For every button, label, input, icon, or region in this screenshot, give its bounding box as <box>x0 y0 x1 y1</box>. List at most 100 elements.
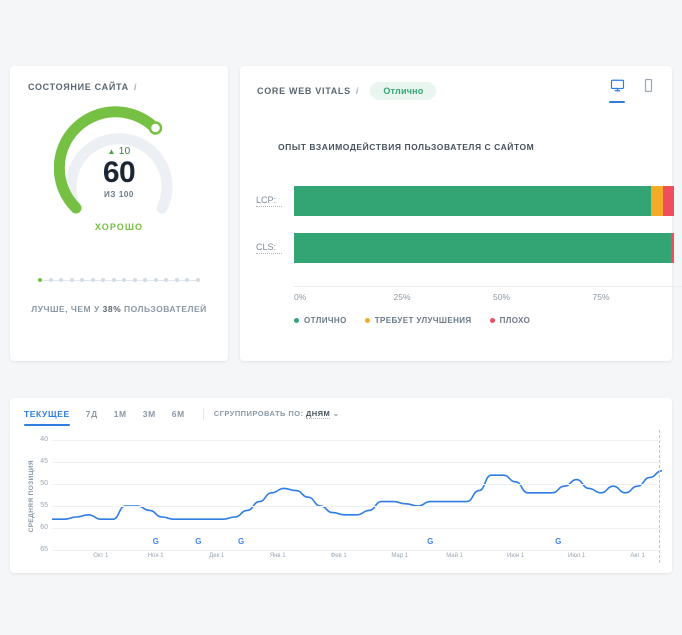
positions-chart-card: ТЕКУЩЕЕ 7Д 1М 3М 6М СГРУППИРОВАТЬ ПО: ДНЯМ ⌄ … <box>10 398 672 573</box>
site-health-title: СОСТОЯНИЕ САЙТА <box>28 82 129 92</box>
x-axis-tick: Июн 1 <box>507 553 525 559</box>
x-axis-tick: Июл 1 <box>568 553 586 559</box>
info-icon[interactable]: i <box>356 86 359 96</box>
cwv-title: CORE WEB VITALS <box>257 86 351 96</box>
chart-tab-3м[interactable]: 3М <box>143 409 156 426</box>
grid-line <box>52 528 662 529</box>
metric-bar-lcp[interactable] <box>294 186 674 216</box>
grid-line <box>52 462 662 463</box>
percentile-value: 38% <box>102 304 122 314</box>
group-by-prefix: СГРУППИРОВАТЬ ПО: <box>213 409 306 418</box>
x-axis-tick: Янв 1 <box>269 553 286 559</box>
desktop-icon <box>610 78 625 98</box>
grid-line <box>52 506 662 507</box>
desktop-view-button[interactable] <box>609 78 625 103</box>
mobile-view-button[interactable] <box>641 78 656 98</box>
legend-item: ТРЕБУЕТ УЛУЧШЕНИЯ <box>364 316 472 325</box>
chart-tab-текущее[interactable]: ТЕКУЩЕЕ <box>24 409 70 426</box>
percentile-dash <box>147 279 154 281</box>
dashboard-page: СОСТОЯНИЕ САЙТА i ▲ 10 60 ИЗ 100 ХОРОШО … <box>0 0 682 635</box>
info-icon[interactable]: i <box>134 82 137 92</box>
axis-tick: 0% <box>294 292 307 302</box>
percentile-dash <box>42 279 49 281</box>
delta-up-icon: ▲ <box>107 147 116 156</box>
x-axis-tick: Окт 1 <box>93 553 109 559</box>
legend-item: ПЛОХО <box>489 316 531 325</box>
site-health-card: СОСТОЯНИЕ САЙТА i ▲ 10 60 ИЗ 100 ХОРОШО … <box>10 66 228 361</box>
percentile-text: ЛУЧШЕ, ЧЕМ У 38% ПОЛЬЗОВАТЕЛЕЙ <box>10 304 228 314</box>
percentile-prefix: ЛУЧШЕ, ЧЕМ У <box>31 304 103 314</box>
axis-tick: 50% <box>493 292 511 302</box>
chart-period-tabs: ТЕКУЩЕЕ 7Д 1М 3М 6М СГРУППИРОВАТЬ ПО: ДНЯМ ⌄ <box>24 407 340 426</box>
percentile-dash <box>84 279 91 281</box>
google-update-icon[interactable]: G <box>238 538 244 546</box>
gauge-out-of: ИЗ 100 <box>104 190 134 199</box>
metric-label-lcp[interactable]: LCP: <box>256 195 282 207</box>
segment-needs-improvement <box>651 186 663 216</box>
google-update-icon[interactable]: G <box>427 538 433 546</box>
cwv-axis-ticks: 0%25%50%75%100% <box>278 292 682 304</box>
google-update-icon[interactable]: G <box>195 538 201 546</box>
gauge-readout: ▲ 10 60 ИЗ 100 <box>10 146 228 199</box>
group-by-dropdown[interactable]: СГРУППИРОВАТЬ ПО: ДНЯМ ⌄ <box>214 409 340 425</box>
grid-line <box>52 550 662 551</box>
metric-bar-cls[interactable] <box>294 233 674 263</box>
chart-area: СРЕДНЯЯ ПОЗИЦИЯ Окт 1 Ноя 1 Дек 1 Янв 1 Фев … <box>10 430 672 565</box>
tab-separator <box>202 407 204 420</box>
health-gauge: ▲ 10 60 ИЗ 100 <box>10 104 228 234</box>
y-axis-tick: 65 <box>40 546 48 553</box>
y-axis-tick: 40 <box>40 436 48 443</box>
percentile-dash <box>126 279 133 281</box>
google-update-icon[interactable]: G <box>153 538 159 546</box>
percentile-dash <box>105 279 112 281</box>
device-toggle <box>609 78 656 103</box>
x-axis-tick: Дек 1 <box>209 553 225 559</box>
core-web-vitals-card: CORE WEB VITALS i Отлично ОПЫТ ВЗАИМОДЕЙ… <box>240 66 682 361</box>
gauge-status-label: ХОРОШО <box>94 222 144 232</box>
legend-color-dot <box>294 318 299 323</box>
segment-poor <box>662 186 674 216</box>
gauge-score: 60 <box>102 156 136 189</box>
percentile-dash <box>63 279 70 281</box>
chevron-down-icon: ⌄ <box>330 409 340 418</box>
x-axis-tick: Авг 1 <box>630 553 645 559</box>
grid-line <box>52 484 662 485</box>
y-axis-tick: 50 <box>40 480 48 487</box>
cwv-axis-line <box>294 286 682 287</box>
legend-label: ОТЛИЧНО <box>304 316 347 325</box>
metric-row: LCP: <box>256 186 674 216</box>
percentile-dot <box>195 278 200 282</box>
chart-tab-7д[interactable]: 7Д <box>86 409 98 426</box>
segment-good <box>294 233 672 263</box>
cwv-legend: ОТЛИЧНО ТРЕБУЕТ УЛУЧШЕНИЯ ПЛОХО <box>294 316 530 325</box>
cwv-subtitle: ОПЫТ ВЗАИМОДЕЙСТВИЯ ПОЛЬЗОВАТЕЛЯ С САЙТО… <box>278 142 535 152</box>
y-axis-title: СРЕДНЯЯ ПОЗИЦИЯ <box>28 460 35 533</box>
percentile-suffix: ПОЛЬЗОВАТЕЛЕЙ <box>121 304 207 314</box>
chart-tab-1м[interactable]: 1М <box>114 409 127 426</box>
y-axis-tick: 60 <box>40 524 48 531</box>
x-axis-tick: Фев 1 <box>330 553 347 559</box>
y-axis-tick: 55 <box>40 502 48 509</box>
x-axis-tick: Май 1 <box>446 553 463 559</box>
line-plot[interactable]: Окт 1 Ноя 1 Дек 1 Янв 1 Фев 1 Мар 1 Май 1 Июн 1… <box>52 430 662 559</box>
x-axis-tick: Ноя 1 <box>147 553 164 559</box>
percentile-dash <box>168 279 175 281</box>
google-update-icon[interactable]: G <box>555 538 561 546</box>
chart-tab-6м[interactable]: 6М <box>172 409 185 426</box>
metric-row: CLS: <box>256 233 674 263</box>
x-axis-tick: Мар 1 <box>391 553 409 559</box>
mobile-icon <box>641 78 656 98</box>
legend-color-dot <box>489 318 495 323</box>
axis-tick: 25% <box>393 292 411 302</box>
group-by-value: ДНЯМ <box>305 409 331 419</box>
axis-tick: 75% <box>592 292 610 302</box>
metric-label-cls[interactable]: CLS: <box>256 242 282 254</box>
chart-cursor-line <box>659 430 660 563</box>
legend-item: ОТЛИЧНО <box>294 316 347 325</box>
segment-poor <box>671 233 674 263</box>
site-health-header: СОСТОЯНИЕ САЙТА i <box>28 82 136 92</box>
percentile-dash <box>189 279 196 281</box>
legend-label: ТРЕБУЕТ УЛУЧШЕНИЯ <box>374 316 472 325</box>
series-line <box>52 471 662 519</box>
percentile-track <box>38 275 200 285</box>
